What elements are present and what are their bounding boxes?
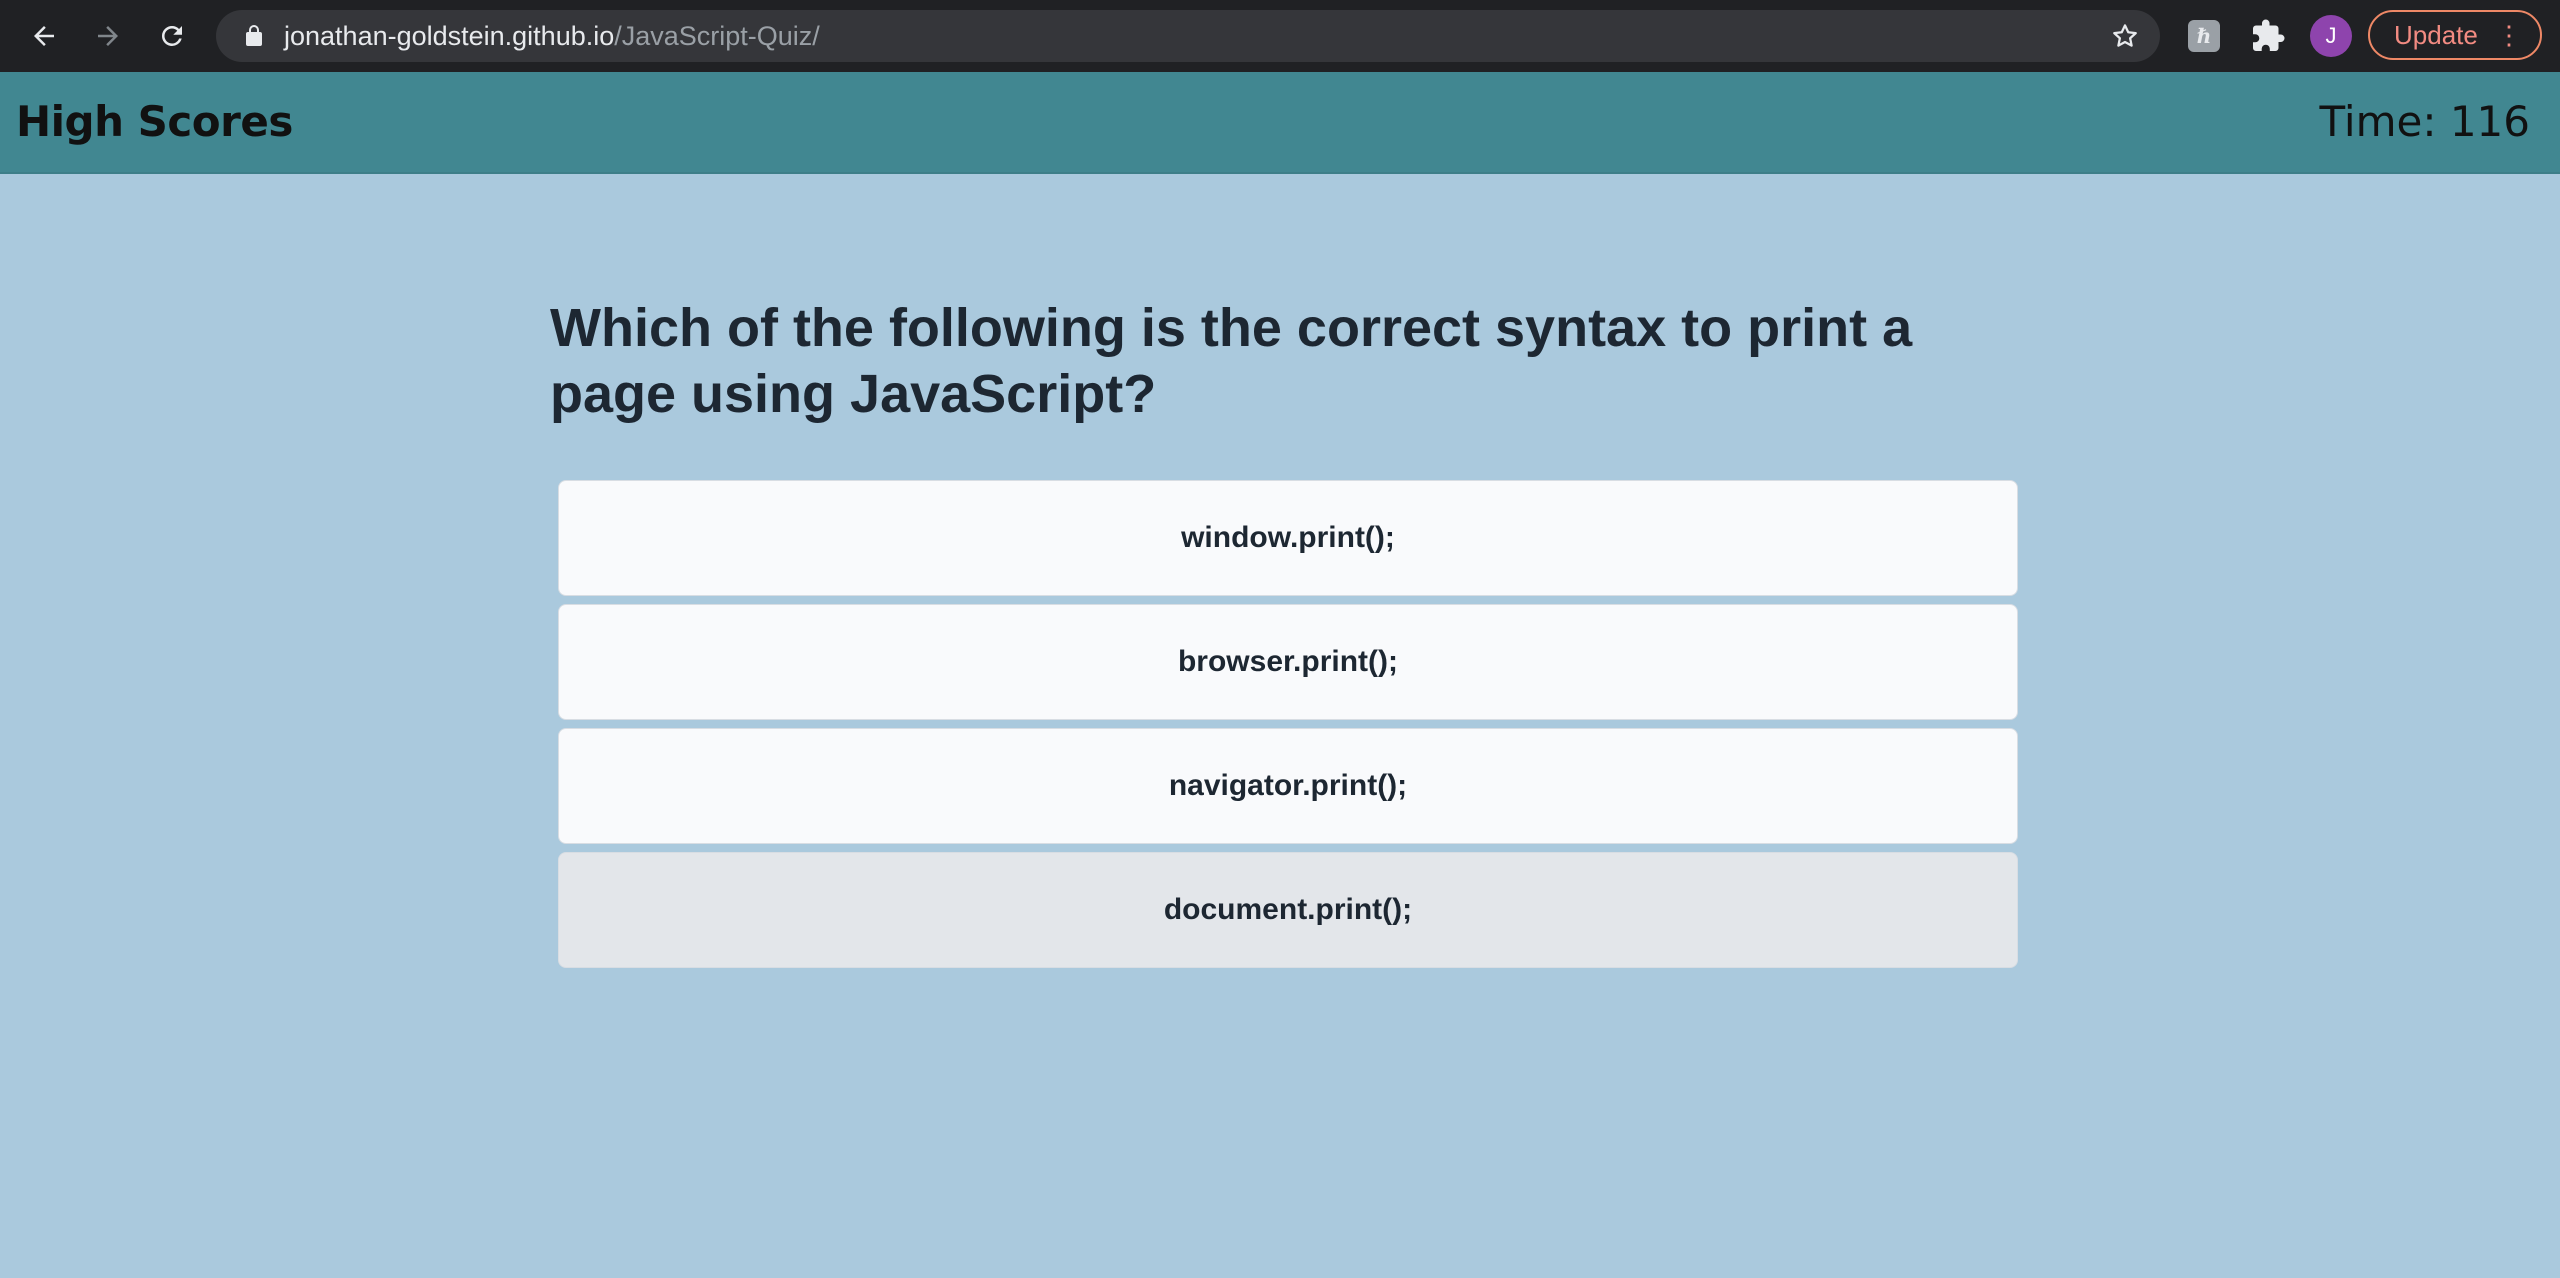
lock-icon[interactable] [242, 24, 266, 48]
answer-list: window.print(); browser.print(); navigat… [558, 480, 2018, 976]
forward-arrow-icon [98, 26, 118, 46]
url-text[interactable]: jonathan-goldstein.github.io/JavaScript-… [284, 10, 820, 62]
answer-button[interactable]: window.print(); [558, 480, 2018, 596]
timer-display: Time: 116 [2319, 97, 2530, 146]
reload-button[interactable] [148, 12, 196, 60]
extension-letter: ℏ [2196, 24, 2212, 48]
answer-button[interactable]: document.print(); [558, 852, 2018, 968]
back-arrow-icon [34, 26, 54, 46]
profile-avatar[interactable]: J [2310, 15, 2352, 57]
answer-button[interactable]: browser.print(); [558, 604, 2018, 720]
url-host: jonathan-goldstein.github.io [284, 21, 615, 51]
high-scores-link[interactable]: High Scores [16, 72, 293, 172]
forward-button[interactable] [84, 12, 132, 60]
update-button[interactable]: Update ⋮ [2368, 10, 2542, 60]
url-path: /JavaScript-Quiz/ [614, 21, 820, 51]
address-bar[interactable]: jonathan-goldstein.github.io/JavaScript-… [216, 10, 2160, 62]
bookmark-star-icon[interactable] [2110, 21, 2140, 51]
app-header: High Scores Time: 116 [0, 72, 2560, 174]
more-menu-icon[interactable]: ⋮ [2496, 12, 2522, 58]
back-button[interactable] [20, 12, 68, 60]
browser-toolbar: jonathan-goldstein.github.io/JavaScript-… [0, 0, 2560, 72]
extensions-puzzle-icon[interactable] [2250, 18, 2286, 54]
extension-icon[interactable]: ℏ [2188, 20, 2220, 52]
update-label: Update [2394, 20, 2478, 50]
answer-button[interactable]: navigator.print(); [558, 728, 2018, 844]
reload-icon [161, 25, 182, 46]
question-text: Which of the following is the correct sy… [550, 298, 1913, 424]
